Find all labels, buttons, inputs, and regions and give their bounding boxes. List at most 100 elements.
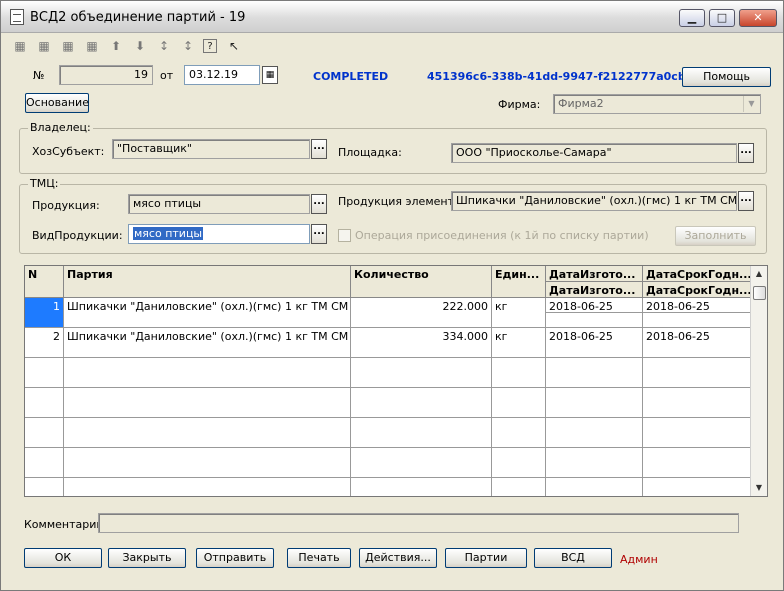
- subject-field[interactable]: "Поставщик": [112, 139, 310, 159]
- scroll-thumb[interactable]: [753, 286, 766, 300]
- empty-cell[interactable]: [25, 418, 64, 448]
- column-header-batch[interactable]: Партия: [64, 266, 351, 298]
- column-header-exp-date[interactable]: ДатаСрокГодн...: [643, 266, 751, 282]
- site-field[interactable]: ООО "Приосколье-Самара": [451, 143, 737, 163]
- table-row-cell-exp[interactable]: 2018-06-25: [643, 298, 751, 313]
- column-header-n[interactable]: N: [25, 266, 64, 298]
- empty-cell[interactable]: [25, 388, 64, 418]
- vsd-button[interactable]: ВСД: [534, 548, 612, 568]
- column-header-exp-date-sub[interactable]: ДатаСрокГодн...: [643, 282, 751, 298]
- fill-button[interactable]: Заполнить: [675, 226, 756, 246]
- number-field[interactable]: 19: [59, 65, 153, 85]
- empty-cell[interactable]: [643, 448, 751, 478]
- table-row-cell-mfg[interactable]: 2018-06-25: [546, 298, 643, 313]
- edit-row-icon[interactable]: ▦: [83, 37, 101, 55]
- site-select-button[interactable]: ...: [738, 143, 754, 163]
- empty-cell[interactable]: [546, 388, 643, 418]
- product-element-select-button[interactable]: ...: [738, 191, 754, 211]
- empty-cell[interactable]: [643, 478, 751, 496]
- sort-asc-icon[interactable]: ↕: [155, 37, 173, 55]
- empty-cell[interactable]: [351, 478, 492, 496]
- calendar-icon[interactable]: ▦: [262, 66, 278, 84]
- firm-select[interactable]: Фирма2 ▼: [553, 94, 761, 114]
- close-window-button[interactable]: ✕: [739, 9, 777, 27]
- table-row-cell-batch[interactable]: Шпикачки "Даниловские" (охл.)(гмс) 1 кг …: [64, 328, 351, 358]
- empty-cell[interactable]: [643, 388, 751, 418]
- maximize-button[interactable]: □: [709, 9, 735, 27]
- close-button[interactable]: Закрыть: [108, 548, 186, 568]
- empty-cell[interactable]: [492, 358, 546, 388]
- empty-cell[interactable]: [351, 358, 492, 388]
- product-type-select-button[interactable]: ...: [311, 224, 327, 244]
- scroll-up-icon[interactable]: ▲: [751, 266, 767, 282]
- table-row-cell-n[interactable]: 2: [25, 328, 64, 358]
- empty-cell[interactable]: [25, 448, 64, 478]
- scroll-down-icon[interactable]: ▼: [751, 480, 767, 496]
- column-header-unit[interactable]: Един...: [492, 266, 546, 298]
- empty-cell[interactable]: [492, 478, 546, 496]
- empty-cell[interactable]: [25, 478, 64, 496]
- empty-cell[interactable]: [64, 388, 351, 418]
- sort-desc-icon[interactable]: ↕: [179, 37, 197, 55]
- empty-cell[interactable]: [546, 448, 643, 478]
- help-button[interactable]: Помощь: [682, 67, 771, 87]
- batches-button[interactable]: Партии: [445, 548, 527, 568]
- basis-button[interactable]: Основание: [25, 93, 89, 113]
- table-row-cell-unit[interactable]: кг: [492, 298, 546, 328]
- empty-cell[interactable]: [546, 418, 643, 448]
- table-row-cell-exp-sub[interactable]: [643, 313, 751, 328]
- empty-cell[interactable]: [25, 358, 64, 388]
- empty-cell[interactable]: [492, 418, 546, 448]
- table-row-cell-unit[interactable]: кг: [492, 328, 546, 358]
- help-icon[interactable]: ?: [203, 39, 217, 53]
- empty-cell[interactable]: [546, 478, 643, 496]
- window-title: ВСД2 объединение партий - 19: [30, 10, 246, 25]
- send-button[interactable]: Отправить: [196, 548, 274, 568]
- comment-label: Комментарий:: [24, 518, 108, 531]
- column-header-qty[interactable]: Количество: [351, 266, 492, 298]
- actions-button[interactable]: Действия...: [359, 548, 437, 568]
- empty-cell[interactable]: [64, 448, 351, 478]
- add-row-icon[interactable]: ▦: [11, 37, 29, 55]
- empty-cell[interactable]: [351, 418, 492, 448]
- empty-cell[interactable]: [64, 478, 351, 496]
- column-header-mfg-date[interactable]: ДатаИзгото...: [546, 266, 643, 282]
- empty-cell[interactable]: [492, 448, 546, 478]
- product-field[interactable]: мясо птицы: [128, 194, 310, 214]
- chevron-down-icon[interactable]: ▼: [743, 96, 759, 112]
- join-operation-checkbox[interactable]: [338, 229, 351, 242]
- table-row-cell-mfg[interactable]: 2018-06-25: [546, 328, 643, 358]
- table-row-cell-qty[interactable]: 334.000: [351, 328, 492, 358]
- table-row-cell-qty[interactable]: 222.000: [351, 298, 492, 328]
- comment-field[interactable]: [98, 513, 739, 533]
- empty-cell[interactable]: [492, 388, 546, 418]
- table-row-cell-n[interactable]: 1: [25, 298, 64, 328]
- firm-label: Фирма:: [498, 98, 541, 111]
- minimize-button[interactable]: ▁: [679, 9, 705, 27]
- delete-row-icon[interactable]: ▦: [59, 37, 77, 55]
- vertical-scrollbar[interactable]: ▲ ▼: [750, 266, 767, 496]
- ok-button[interactable]: ОК: [24, 548, 102, 568]
- date-field[interactable]: 03.12.19: [184, 65, 260, 85]
- product-select-button[interactable]: ...: [311, 194, 327, 214]
- empty-cell[interactable]: [546, 358, 643, 388]
- empty-cell[interactable]: [64, 418, 351, 448]
- empty-cell[interactable]: [643, 418, 751, 448]
- empty-cell[interactable]: [643, 358, 751, 388]
- table-row-cell-mfg-sub[interactable]: [546, 313, 643, 328]
- copy-row-icon[interactable]: ▦: [35, 37, 53, 55]
- empty-cell[interactable]: [351, 388, 492, 418]
- table-row-cell-batch[interactable]: Шпикачки "Даниловские" (охл.)(гмс) 1 кг …: [64, 298, 351, 328]
- move-down-icon[interactable]: ⬇: [131, 37, 149, 55]
- subject-select-button[interactable]: ...: [311, 139, 327, 159]
- batches-table[interactable]: N Партия Количество Един... ДатаИзгото..…: [24, 265, 768, 497]
- print-button[interactable]: Печать: [287, 548, 351, 568]
- product-element-field[interactable]: Шпикачки "Даниловские" (охл.)(гмс) 1 кг …: [451, 191, 737, 211]
- pointer-help-icon[interactable]: ↖: [225, 37, 243, 55]
- column-header-mfg-date-sub[interactable]: ДатаИзгото...: [546, 282, 643, 298]
- move-up-icon[interactable]: ⬆: [107, 37, 125, 55]
- empty-cell[interactable]: [351, 448, 492, 478]
- empty-cell[interactable]: [64, 358, 351, 388]
- table-row-cell-exp[interactable]: 2018-06-25: [643, 328, 751, 358]
- product-type-field[interactable]: мясо птицы: [128, 224, 310, 244]
